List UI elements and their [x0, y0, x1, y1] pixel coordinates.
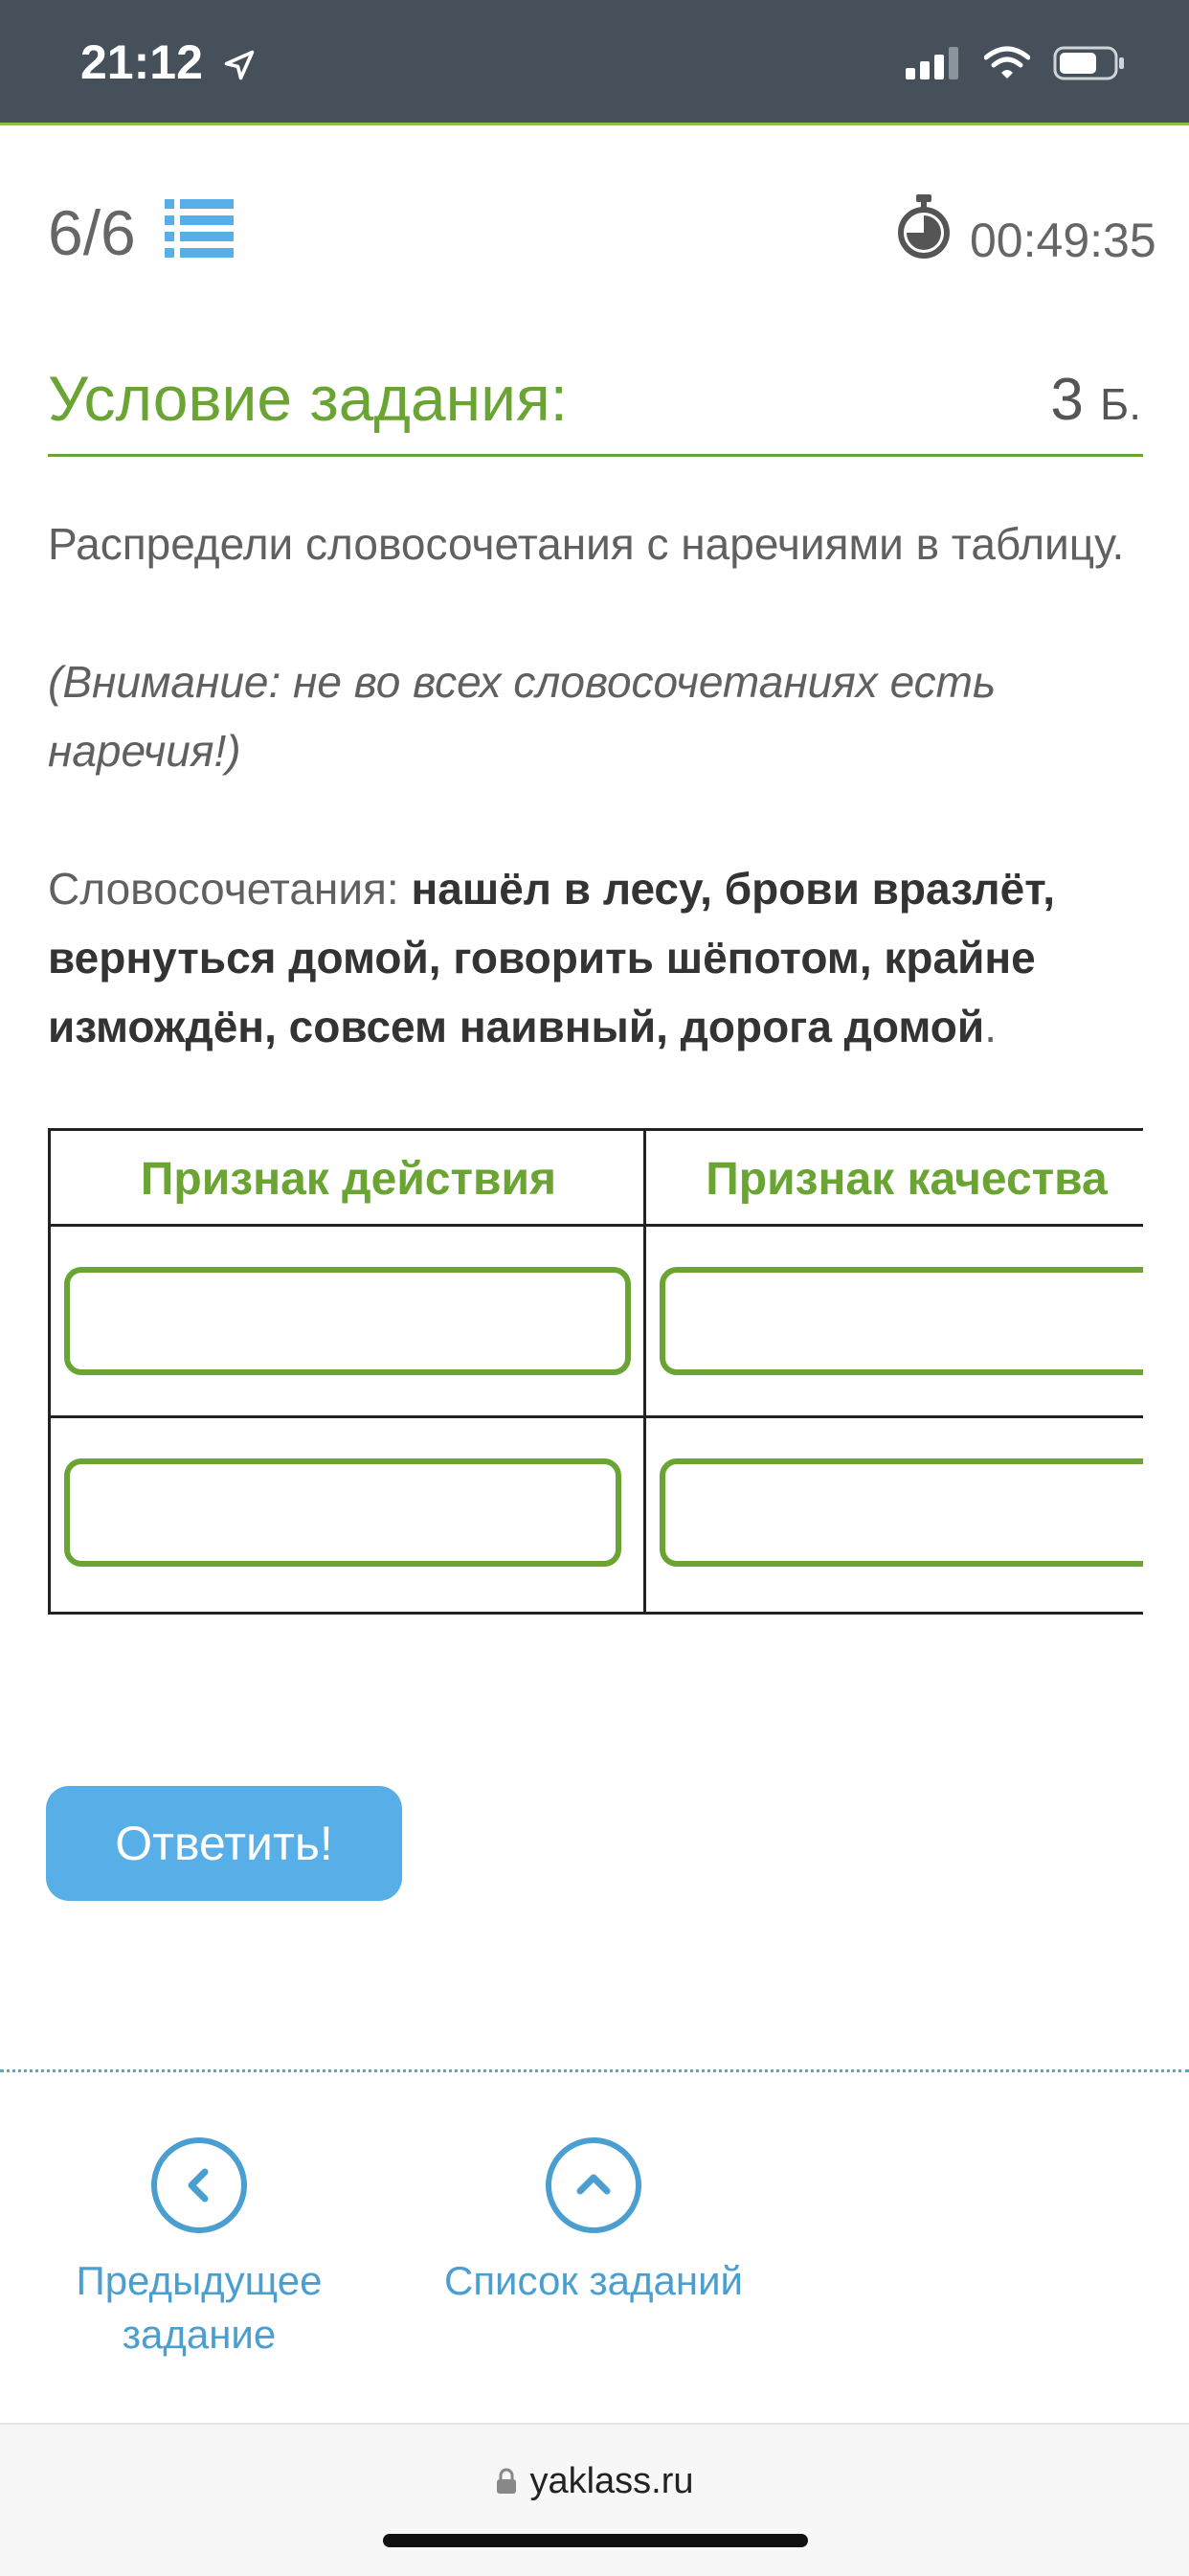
phrases-paragraph: Словосочетания: нашёл в лесу, брови враз…: [48, 854, 1149, 1061]
status-time: 21:12: [80, 34, 257, 90]
chevron-left-icon: [151, 2137, 247, 2233]
task-points-unit: Б.: [1100, 379, 1141, 429]
task-points-value: 3: [1050, 367, 1084, 433]
url-text: yaklass.ru: [529, 2461, 694, 2501]
drop-zone-quality-1[interactable]: [660, 1267, 1143, 1375]
submit-button[interactable]: Ответить!: [46, 1786, 402, 1901]
stopwatch-icon: [895, 194, 953, 264]
home-indicator[interactable]: [383, 2534, 808, 2547]
column-header-quality: Признак качества: [643, 1128, 1143, 1227]
task-points: 3 Б.: [1050, 366, 1141, 434]
drop-zone-quality-2[interactable]: [660, 1458, 1143, 1567]
status-icons: [906, 46, 1126, 80]
previous-task-label-line1: Предыдущее: [76, 2258, 323, 2303]
task-heading: Условие задания:: [48, 363, 569, 434]
wifi-icon: [984, 46, 1030, 79]
task-counter: 6/6: [48, 197, 136, 268]
cellular-signal-icon: [906, 47, 958, 79]
dotted-divider: [0, 2069, 1189, 2072]
column-header-quality-label: Признак качества: [706, 1153, 1108, 1205]
phrases-end: .: [984, 1002, 997, 1051]
drop-zone-action-1[interactable]: [64, 1267, 631, 1375]
column-header-action: Признак действия: [48, 1128, 646, 1227]
table-cell-action-2: [48, 1415, 646, 1615]
table-cell-quality-1: [643, 1224, 1143, 1418]
status-time-text: 21:12: [80, 35, 203, 89]
status-bar: 21:12: [0, 0, 1189, 125]
timer-text: 00:49:35: [970, 214, 1156, 267]
task-list-label: Список заданий: [443, 2258, 743, 2303]
drop-zone-action-2[interactable]: [64, 1458, 621, 1567]
table-cell-quality-2: [643, 1415, 1143, 1615]
answer-table: Признак действия Признак качества: [48, 1128, 1143, 1615]
answer-table-container: Признак действия Признак качества: [48, 1128, 1143, 1615]
url-display: yaklass.ru: [0, 2461, 1189, 2502]
battery-icon: [1053, 46, 1124, 80]
location-arrow-icon: [224, 50, 255, 80]
column-header-action-label: Признак действия: [140, 1153, 557, 1205]
task-list-link[interactable]: Список заданий: [421, 2137, 766, 2308]
table-cell-action-1: [48, 1224, 646, 1418]
heading-divider: [48, 454, 1143, 457]
list-icon[interactable]: [165, 197, 234, 265]
previous-task-label-line2: задание: [122, 2312, 277, 2357]
task-note: (Внимание: не во всех словосочетаниях ес…: [48, 657, 997, 776]
previous-task-link[interactable]: Предыдущее задание: [56, 2137, 343, 2361]
chevron-up-icon: [546, 2137, 641, 2233]
lock-icon: [497, 2468, 517, 2494]
phrases-label: Словосочетания:: [48, 864, 412, 914]
browser-address-bar[interactable]: yaklass.ru: [0, 2423, 1189, 2576]
task-instruction: Распредели словосочетания с наречиями в …: [48, 519, 1125, 569]
